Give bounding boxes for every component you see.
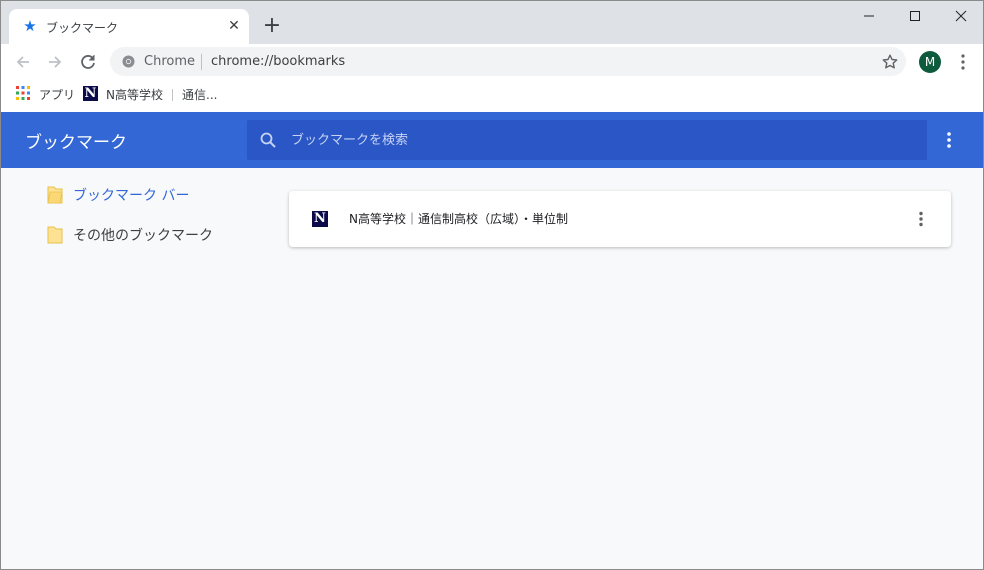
apps-link[interactable]: アプリ	[39, 86, 75, 103]
folder-label: ブックマーク バー	[73, 188, 190, 204]
tab-bookmarks[interactable]: ★ ブックマーク ✕	[9, 9, 249, 45]
back-arrow-icon	[16, 56, 29, 68]
bookmark-star-icon[interactable]	[881, 53, 899, 71]
profile-avatar[interactable]: M	[919, 51, 941, 73]
chrome-menu-icon[interactable]	[951, 50, 975, 74]
bookmarks-bar: アプリ N N高等学校 通信...	[0, 80, 984, 112]
reload-icon	[81, 55, 95, 69]
apps-grid-icon[interactable]	[16, 86, 30, 100]
close-icon	[955, 10, 967, 22]
bookmark-separator	[172, 89, 173, 101]
search-box[interactable]	[247, 120, 927, 160]
back-button[interactable]	[9, 48, 37, 76]
forward-button[interactable]	[41, 48, 69, 76]
n-school-favicon-icon: N	[83, 86, 98, 101]
bookmark-manager-content: ブックマーク バー その他のブックマーク N N高等学校｜通信制高校（広域）・単…	[0, 168, 984, 570]
omnibox-separator	[201, 54, 202, 70]
page-title: ブックマーク	[25, 133, 127, 153]
close-tab-icon[interactable]: ✕	[225, 17, 243, 35]
reload-button[interactable]	[74, 48, 102, 76]
folder-bookmarks-bar[interactable]: ブックマーク バー	[47, 183, 189, 207]
new-tab-button[interactable]: +	[260, 15, 284, 39]
toolbar: Chrome chrome://bookmarks M	[0, 44, 984, 80]
forward-arrow-icon	[49, 56, 62, 68]
omnibox-url[interactable]: chrome://bookmarks	[211, 54, 345, 69]
window-close-button[interactable]	[938, 1, 984, 31]
search-icon	[260, 132, 276, 148]
bookmark-tsushin[interactable]: 通信...	[182, 86, 217, 103]
maximize-button[interactable]	[892, 1, 938, 31]
bookmark-title[interactable]: N高等学校｜通信制高校（広域）・単位制	[349, 210, 568, 227]
maximize-icon	[910, 11, 920, 21]
organize-menu-icon[interactable]	[937, 128, 961, 152]
folder-icon	[47, 226, 63, 244]
open-folder-icon	[47, 186, 63, 204]
bookmark-n-school[interactable]: N高等学校	[106, 86, 163, 103]
minimize-icon	[864, 15, 874, 17]
folder-label: その他のブックマーク	[73, 228, 213, 244]
tab-strip: ★ ブックマーク ✕ +	[0, 0, 984, 45]
search-input[interactable]	[291, 120, 911, 160]
chrome-icon	[122, 55, 135, 68]
tab-title: ブックマーク	[46, 21, 119, 35]
minimize-button[interactable]	[846, 1, 892, 31]
address-bar[interactable]: Chrome chrome://bookmarks	[110, 47, 906, 76]
bookmark-manager-header: ブックマーク	[0, 112, 984, 168]
bookmark-list: N N高等学校｜通信制高校（広域）・単位制	[289, 191, 951, 247]
star-icon: ★	[23, 17, 37, 35]
more-actions-icon[interactable]	[909, 207, 933, 231]
n-school-favicon-icon: N	[312, 211, 328, 227]
omnibox-site-label: Chrome	[144, 54, 195, 69]
folder-other-bookmarks[interactable]: その他のブックマーク	[47, 223, 213, 247]
